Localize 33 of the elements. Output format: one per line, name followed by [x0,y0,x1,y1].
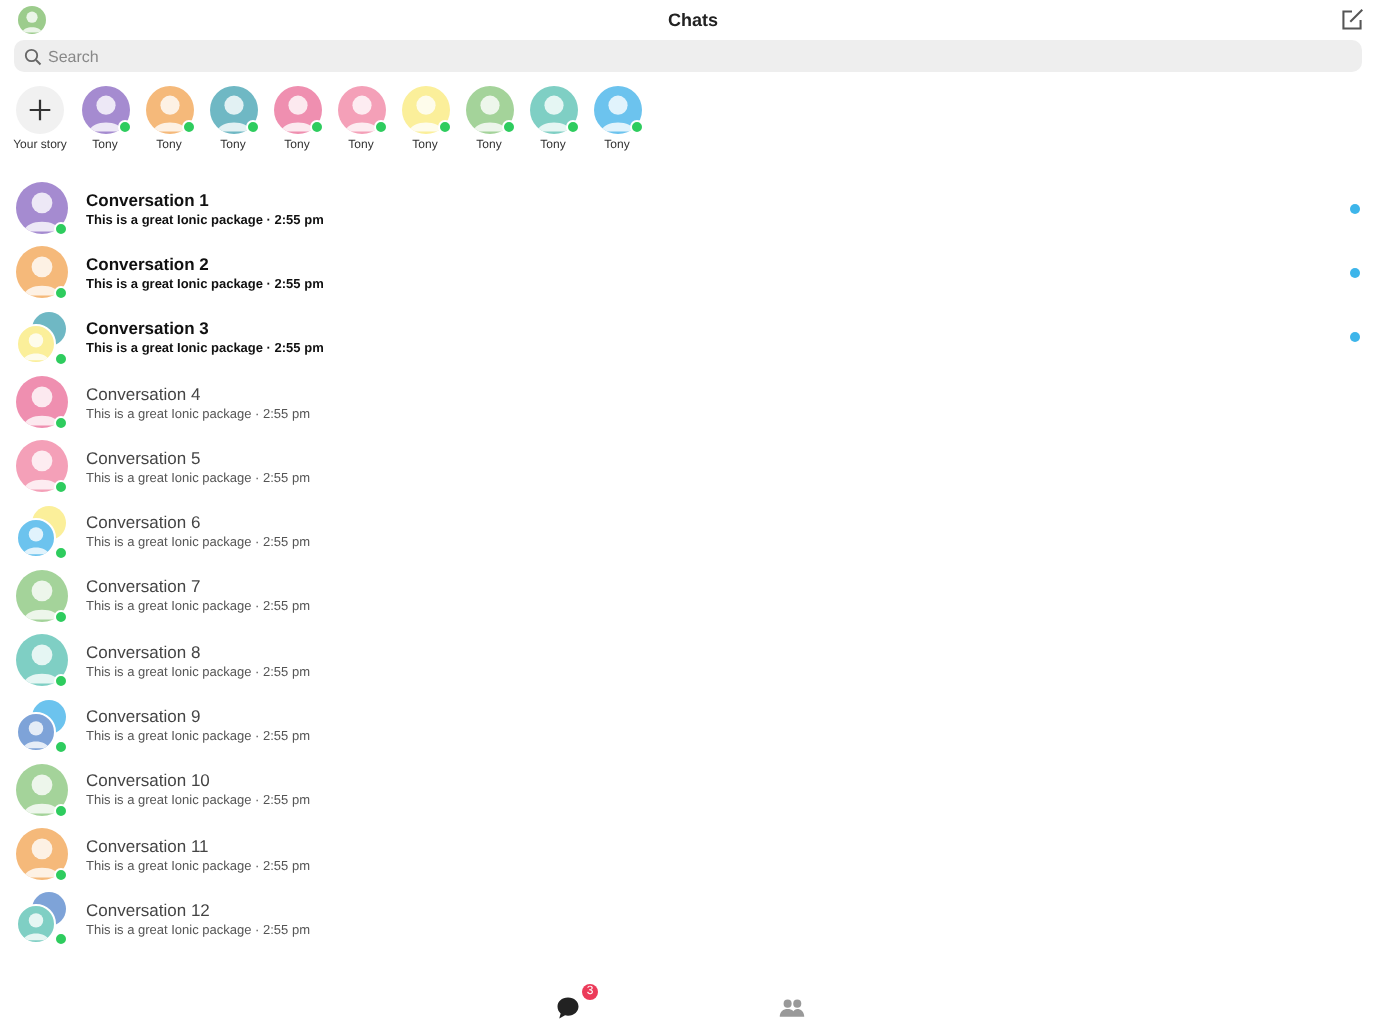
page-title: Chats [667,10,718,30]
story-avatar[interactable] [273,86,321,134]
story-avatar[interactable] [593,86,641,134]
search-field[interactable]: Search [14,40,1362,72]
conversation-name[interactable]: Conversation 2 [86,253,324,274]
people-icon [778,994,806,1022]
profile-avatar[interactable] [18,6,46,34]
story-avatar[interactable] [81,86,129,134]
plus-icon [28,98,52,122]
chat-bubble-icon [554,994,582,1022]
compose-icon[interactable] [1339,8,1364,32]
conversation-name[interactable]: Conversation 12 [86,899,311,920]
add-story-button[interactable] [16,86,64,134]
conversation-name[interactable]: Conversation 3 [86,318,324,339]
conversation-name[interactable]: Conversation 9 [86,706,311,727]
conversation-name[interactable]: Conversation 4 [86,383,311,404]
conversation-name[interactable]: Conversation 10 [86,770,311,791]
unread-dot [1350,332,1360,343]
unread-dot [1350,203,1360,214]
story-avatar[interactable] [529,86,577,134]
search-icon [24,47,42,65]
conversation-name[interactable]: Conversation 6 [86,512,311,533]
story-avatar[interactable] [209,86,257,134]
story-avatar[interactable] [401,86,449,134]
story-avatar[interactable] [465,86,513,134]
conversation-name[interactable]: Conversation 1 [86,189,324,210]
conversation-name[interactable]: Conversation 11 [86,835,311,856]
conversation-name[interactable]: Conversation 8 [86,641,311,662]
conversation-name[interactable]: Conversation 5 [86,447,311,468]
conversation-name[interactable]: Conversation 7 [86,576,311,597]
story-avatar[interactable] [145,86,193,134]
unread-dot [1350,267,1360,278]
story-avatar[interactable] [337,86,385,134]
